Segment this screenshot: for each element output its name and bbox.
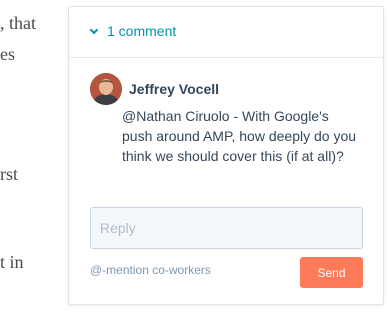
avatar-photo-icon xyxy=(90,73,122,105)
document-text-fragment: t in xyxy=(0,252,24,272)
comments-count-label: 1 comment xyxy=(107,23,177,39)
chevron-down-icon xyxy=(89,25,99,34)
mention-hint: @-mention co-workers xyxy=(90,263,211,277)
document-text-fragment: rst xyxy=(0,164,18,184)
comment-author[interactable]: Jeffrey Vocell xyxy=(129,81,219,97)
mention-link[interactable]: @Nathan Ciruolo xyxy=(122,108,230,124)
avatar xyxy=(90,73,122,105)
comment-text: @Nathan Ciruolo - With Google's push aro… xyxy=(122,106,362,166)
comments-panel: 1 comment Jeffrey Vocell @Nathan Ciruolo… xyxy=(68,6,384,305)
document-text-fragment: , that xyxy=(0,13,36,33)
send-button[interactable]: Send xyxy=(300,257,363,288)
reply-input[interactable] xyxy=(90,207,363,249)
divider xyxy=(69,57,383,58)
document-text-fragment: es xyxy=(0,44,15,64)
comments-toggle[interactable]: 1 comment xyxy=(89,23,177,39)
